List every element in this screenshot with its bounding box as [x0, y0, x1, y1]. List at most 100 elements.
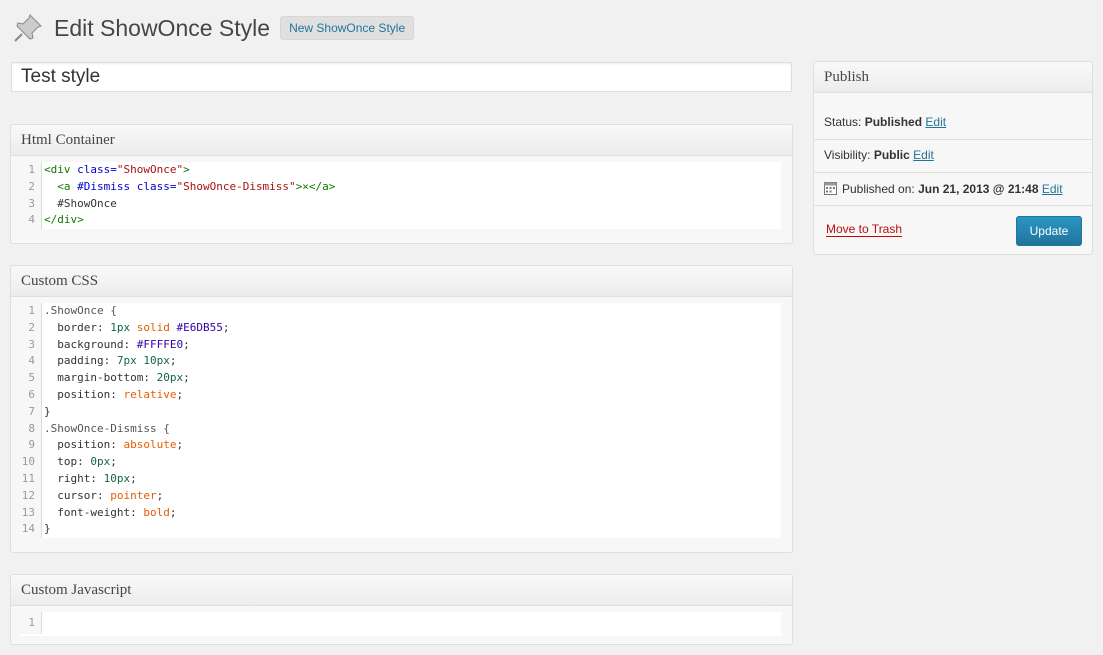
code-token: .ShowOnce {: [44, 304, 117, 317]
edit-status-link[interactable]: Edit: [925, 115, 946, 129]
code-token: solid: [136, 320, 170, 334]
code-token: #FFFFE0: [136, 337, 184, 351]
code-token: margin-bottom:: [57, 371, 150, 385]
code-line: 1 <div class="ShowOnce">: [20, 162, 781, 179]
publish-box: Publish Status: Published Edit Visibilit…: [813, 61, 1093, 255]
post-title-input[interactable]: [11, 62, 792, 92]
code-line: 2 <a #Dismiss class="ShowOnce-Dismiss">×…: [20, 178, 781, 196]
line-number: 10: [20, 454, 42, 471]
code-token: position:: [57, 438, 117, 452]
code-token: ;: [110, 455, 117, 469]
html-code-editor[interactable]: 1 <div class="ShowOnce"> 2 <a #Dismiss cl…: [20, 162, 781, 230]
edit-visibility-link[interactable]: Edit: [913, 148, 934, 162]
line-number: 1: [20, 303, 42, 320]
code-line: 5 margin-bottom: 20px;: [20, 370, 781, 387]
line-number: 4: [20, 212, 42, 230]
code-token: ;: [183, 337, 190, 351]
code-line: 7}: [20, 403, 781, 421]
page-title: Edit ShowOnce Style: [54, 15, 271, 41]
line-number: 2: [20, 178, 42, 196]
code-token: "ShowOnce": [116, 163, 184, 176]
code-token: right:: [57, 471, 97, 485]
code-token: ;: [156, 488, 164, 502]
css-code-editor[interactable]: 1 .ShowOnce { 2 border: 1px solid #E6DB55…: [20, 303, 781, 539]
code-token: }: [44, 522, 51, 536]
line-number: 4: [20, 353, 42, 371]
code-token: .ShowOnce-Dismiss {: [44, 421, 170, 435]
code-line: 4 </div>: [20, 212, 781, 230]
published-on-value: Jun 21, 2013 @ 21:48: [918, 182, 1039, 196]
code-token: absolute: [123, 438, 177, 452]
line-number: 12: [20, 487, 42, 505]
code-token: border:: [57, 320, 104, 334]
code-token: </div>: [44, 213, 84, 227]
code-token: <div: [44, 163, 78, 176]
code-token: "ShowOnce-Dismiss": [176, 179, 296, 193]
code-token: ;: [176, 438, 184, 452]
custom-css-heading[interactable]: Custom CSS: [11, 266, 792, 297]
code-token: padding:: [57, 354, 111, 368]
code-line: 3 #ShowOnce: [20, 195, 781, 213]
code-token: ;: [222, 320, 230, 334]
line-number: 14: [20, 521, 42, 539]
code-line: 8 .ShowOnce-Dismiss {: [20, 420, 781, 438]
published-on-label: Published on:: [842, 182, 915, 196]
code-token: position:: [57, 387, 117, 401]
code-line: 6 position: relative;: [20, 386, 781, 404]
code-token: ;: [169, 505, 177, 519]
status-value: Published: [864, 115, 923, 129]
js-code-editor[interactable]: 1: [20, 612, 781, 636]
custom-css-box: Custom CSS 1 .ShowOnce { 2 border: 1px so…: [10, 265, 793, 553]
code-token: font-weight:: [57, 505, 137, 519]
line-number: 11: [20, 470, 42, 488]
custom-javascript-heading[interactable]: Custom Javascript: [11, 575, 792, 606]
code-line: 4 padding: 7px 10px;: [20, 353, 781, 371]
code-token: #E6DB55: [176, 320, 223, 334]
code-token: >: [183, 163, 190, 176]
code-token: ;: [169, 354, 177, 368]
line-number: 8: [20, 420, 42, 438]
code-token: #Dismiss class=: [77, 179, 177, 193]
code-token: 10px: [103, 471, 131, 485]
visibility-row: Visibility: Public Edit: [814, 148, 1092, 162]
code-token: ;: [130, 471, 137, 485]
line-number: 13: [20, 504, 42, 522]
html-container-heading[interactable]: Html Container: [11, 125, 792, 156]
code-token: class=: [77, 163, 117, 176]
code-token: background:: [57, 337, 131, 351]
line-number: 2: [20, 319, 42, 337]
line-number: 1: [20, 612, 42, 634]
status-row: Status: Published Edit: [814, 115, 1092, 129]
code-token: <a: [57, 179, 78, 193]
code-token: #ShowOnce: [57, 196, 117, 210]
html-container-box: Html Container 1 <div class="ShowOnce"> 2…: [10, 124, 793, 244]
code-line: 1 .ShowOnce {: [20, 303, 781, 320]
code-token: ;: [176, 387, 184, 401]
code-line: 11 right: 10px;: [20, 470, 781, 488]
visibility-value: Public: [873, 148, 910, 162]
code-line: 1: [20, 612, 781, 634]
line-number: 9: [20, 437, 42, 455]
code-token: ;: [183, 371, 190, 385]
code-line: 2 border: 1px solid #E6DB55;: [20, 319, 781, 337]
publish-heading[interactable]: Publish: [814, 62, 1092, 93]
code-line: 14}: [20, 521, 781, 539]
edit-date-link[interactable]: Edit: [1042, 182, 1063, 196]
code-token: 20px: [156, 371, 184, 385]
line-number: 5: [20, 370, 42, 387]
custom-javascript-box: Custom Javascript 1: [10, 574, 793, 645]
code-token: }: [44, 404, 51, 418]
line-number: 3: [20, 336, 42, 354]
move-to-trash-link[interactable]: Move to Trash: [826, 222, 903, 237]
code-token: bold: [143, 505, 170, 519]
code-token: 0px: [90, 455, 111, 469]
code-line: 13 font-weight: bold;: [20, 504, 781, 522]
visibility-label: Visibility:: [824, 148, 871, 162]
code-token: >×</a>: [295, 179, 336, 193]
code-line: 3 background: #FFFFE0;: [20, 336, 781, 354]
code-token: 7px 10px: [116, 354, 170, 368]
published-on-row: Published on: Jun 21, 2013 @ 21:48 Edit: [814, 181, 1092, 196]
update-button[interactable]: Update: [1016, 216, 1082, 246]
code-token: relative: [123, 387, 177, 401]
add-new-button[interactable]: New ShowOnce Style: [280, 16, 415, 40]
